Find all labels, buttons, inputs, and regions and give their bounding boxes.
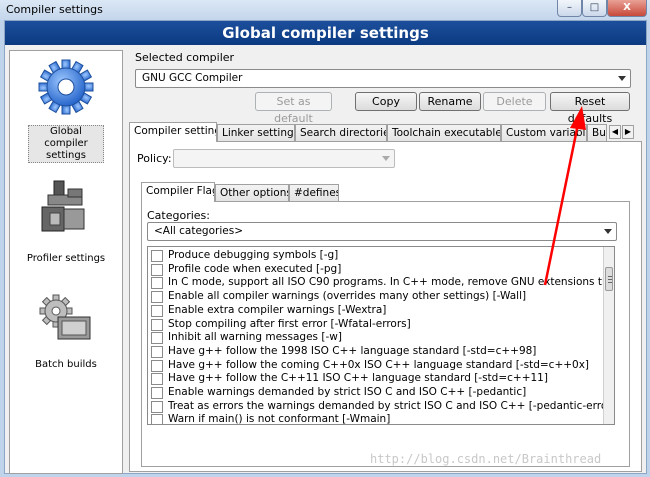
flag-row[interactable]: Produce debugging symbols [-g] <box>148 249 604 263</box>
flag-label: Enable all compiler warnings (overrides … <box>168 290 527 303</box>
flag-checkbox[interactable] <box>151 387 163 399</box>
compiler-settings-window: Compiler settings – □ X Global compiler … <box>0 0 650 477</box>
delete-button[interactable]: Delete <box>483 92 546 111</box>
flag-checkbox[interactable] <box>151 359 163 372</box>
sidebar-item-global-compiler[interactable]: Global compiler settings <box>10 57 122 163</box>
copy-button[interactable]: Copy <box>355 92 417 111</box>
categories-label: Categories: <box>147 209 210 222</box>
flag-row[interactable]: Stop compiling after first error [-Wfata… <box>148 318 604 332</box>
compiler-flags-list: Produce debugging symbols [-g] Profile co… <box>147 246 615 425</box>
policy-label: Policy: <box>137 152 172 165</box>
tab-compiler-settings[interactable]: Compiler settings <box>129 122 217 142</box>
batch-builds-icon <box>39 294 91 340</box>
grip-line <box>608 282 612 283</box>
flag-row[interactable]: Enable all compiler warnings (overrides … <box>148 290 604 304</box>
tab-compiler-flags[interactable]: Compiler Flags <box>141 182 215 202</box>
flag-label: Profile code when executed [-pg] <box>168 262 342 275</box>
flag-label: Enable extra compiler warnings [-Wextra] <box>168 303 387 316</box>
tab-build-options[interactable]: Build options <box>587 124 607 142</box>
selected-compiler-dropdown[interactable]: GNU GCC Compiler <box>135 69 631 88</box>
tab-other-options[interactable]: Other options <box>215 184 289 202</box>
flag-row[interactable]: Warn if main() is not conformant [-Wmain… <box>148 413 604 425</box>
sidebar-item-profiler[interactable]: Profiler settings <box>10 179 122 269</box>
sidebar-item-label: Batch builds <box>35 359 97 370</box>
flag-label: Enable warnings demanded by strict ISO C… <box>168 386 527 398</box>
flag-row[interactable]: In C mode, support all ISO C90 programs.… <box>148 276 604 290</box>
settings-sidebar: Global compiler settings Profiler settin… <box>9 50 123 474</box>
flag-checkbox[interactable] <box>151 291 163 304</box>
flag-row[interactable]: Have g++ follow the 1998 ISO C++ languag… <box>148 345 604 359</box>
tab-defines[interactable]: #defines <box>289 184 339 202</box>
flag-label: Produce debugging symbols [-g] <box>168 249 339 261</box>
flag-label: Have g++ follow the C++11 ISO C++ langua… <box>168 372 548 385</box>
maximize-button[interactable]: □ <box>582 0 607 17</box>
sidebar-label-line1: Global compiler <box>44 126 88 149</box>
minimize-button[interactable]: – <box>557 0 582 17</box>
grip-line <box>608 279 612 280</box>
watermark: http://blog.csdn.net/Brainthread <box>370 452 602 466</box>
scrollbar-thumb[interactable] <box>605 267 613 291</box>
set-as-default-button[interactable]: Set as default <box>255 92 332 125</box>
sidebar-label-line2: settings <box>46 150 86 161</box>
flag-row[interactable]: Have g++ follow the C++11 ISO C++ langua… <box>148 372 604 386</box>
tab-toolchain-executables[interactable]: Toolchain executables <box>387 124 501 142</box>
close-button[interactable]: X <box>607 0 647 17</box>
tab-scroll-right-icon[interactable]: ▶ <box>622 125 634 139</box>
flag-label: In C mode, support all ISO C90 programs.… <box>168 276 604 289</box>
list-scrollbar[interactable] <box>603 247 614 424</box>
flag-checkbox[interactable] <box>151 400 163 413</box>
banner-title: Global compiler settings <box>5 21 646 45</box>
reset-defaults-button[interactable]: Reset defaults <box>550 92 630 125</box>
flag-label: Stop compiling after first error [-Wfata… <box>168 317 411 330</box>
flag-label: Warn if main() is not conformant [-Wmain… <box>168 413 391 425</box>
flag-checkbox[interactable] <box>151 263 163 276</box>
flag-row[interactable]: Enable extra compiler warnings [-Wextra] <box>148 304 604 318</box>
sidebar-item-batch-builds[interactable]: Batch builds <box>10 291 122 376</box>
chevron-down-icon <box>604 229 612 234</box>
categories-value: <All categories> <box>154 225 243 237</box>
selected-compiler-label: Selected compiler <box>135 51 235 64</box>
flag-row[interactable]: Profile code when executed [-pg] <box>148 263 604 277</box>
flag-label: Treat as errors the warnings demanded by… <box>168 399 604 412</box>
flag-row[interactable]: Enable warnings demanded by strict ISO C… <box>148 386 604 400</box>
sidebar-item-label: Global compiler settings <box>28 125 104 163</box>
flag-label: Have g++ follow the 1998 ISO C++ languag… <box>168 344 537 357</box>
rename-button[interactable]: Rename <box>419 92 481 111</box>
flag-checkbox[interactable] <box>151 318 163 331</box>
tab-linker-settings[interactable]: Linker settings <box>217 124 295 142</box>
flag-label: Inhibit all warning messages [-w] <box>168 331 342 344</box>
policy-dropdown[interactable] <box>173 149 395 168</box>
flag-label: Have g++ follow the coming C++0x ISO C++… <box>168 358 590 371</box>
grip-line <box>608 276 612 277</box>
flag-checkbox[interactable] <box>151 304 163 317</box>
flag-row[interactable]: Inhibit all warning messages [-w] <box>148 331 604 345</box>
tab-search-directories[interactable]: Search directories <box>295 124 387 142</box>
flag-checkbox[interactable] <box>151 414 163 424</box>
flag-checkbox[interactable] <box>151 277 163 290</box>
profiler-icon <box>41 180 85 232</box>
tab-scroll-left-icon[interactable]: ◀ <box>609 125 621 139</box>
title-bar[interactable]: Compiler settings – □ X <box>0 0 650 20</box>
flag-checkbox[interactable] <box>151 332 163 345</box>
flag-row[interactable]: Treat as errors the warnings demanded by… <box>148 400 604 414</box>
sidebar-item-label: Profiler settings <box>26 253 106 264</box>
flag-checkbox[interactable] <box>151 250 163 262</box>
flag-checkbox[interactable] <box>151 373 163 386</box>
flag-row[interactable]: Have g++ follow the coming C++0x ISO C++… <box>148 359 604 373</box>
flag-checkbox[interactable] <box>151 345 163 358</box>
tab-custom-variables[interactable]: Custom variables <box>501 124 587 142</box>
selected-compiler-value: GNU GCC Compiler <box>142 72 243 84</box>
gear-icon <box>38 59 94 115</box>
categories-dropdown[interactable]: <All categories> <box>147 222 617 241</box>
chevron-down-icon <box>618 76 626 81</box>
chevron-down-icon <box>382 156 390 161</box>
window-title: Compiler settings <box>6 3 103 16</box>
